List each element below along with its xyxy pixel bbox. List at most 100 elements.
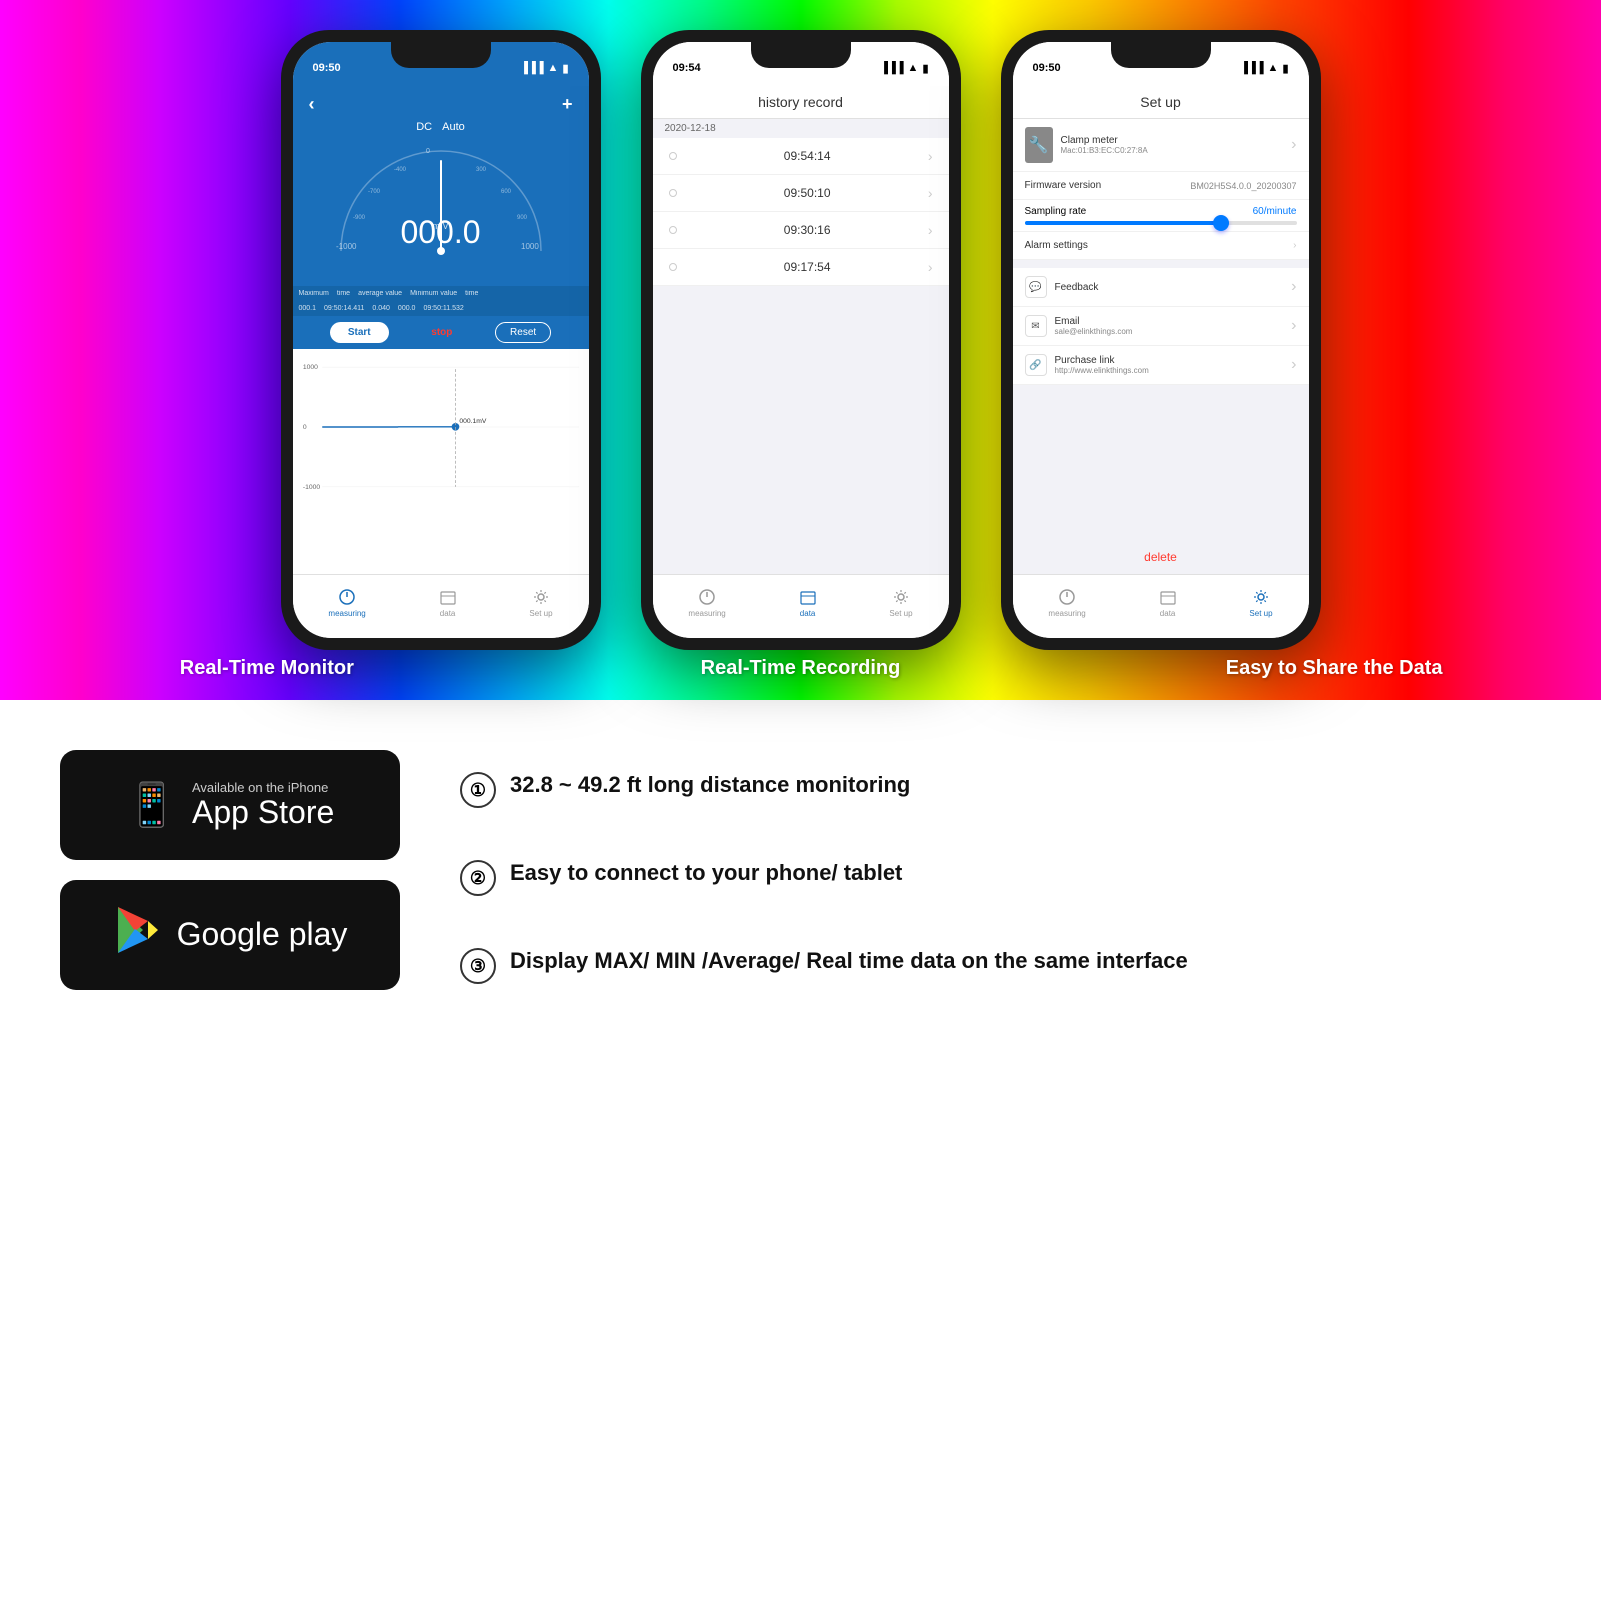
time-2: 09:54: [673, 62, 701, 74]
unit-mv: m V: [432, 221, 448, 231]
purchase-icon: 🔗: [1025, 354, 1047, 376]
feature-item-2: ③ Display MAX/ MIN /Average/ Real time d…: [460, 946, 1541, 984]
plus-icon[interactable]: +: [562, 94, 573, 115]
battery-icon-2: ▮: [922, 62, 928, 75]
signal-icon-2: ▐▐▐: [880, 62, 903, 74]
wifi-icon: ▲: [548, 62, 559, 74]
status-bar-2: 09:54 ▐▐▐ ▲ ▮: [653, 42, 949, 86]
svg-text:-400: -400: [394, 167, 407, 173]
slider-thumb[interactable]: [1213, 215, 1229, 231]
history-item-0[interactable]: 09:54:14 ›: [653, 138, 949, 175]
phone-setup: 09:50 ▐▐▐ ▲ ▮ Set up 🔧 Clamp meter Mac:0…: [1001, 30, 1321, 650]
svg-text:0: 0: [302, 424, 306, 431]
purchase-label: Purchase link: [1055, 355, 1149, 366]
nav-measuring-1[interactable]: measuring: [328, 587, 365, 618]
chevron-icon-0: ›: [928, 148, 933, 164]
email-row[interactable]: ✉ Email sale@elinkthings.com ›: [1013, 307, 1309, 346]
purchase-info: Purchase link http://www.elinkthings.com: [1055, 355, 1149, 375]
label-recording: Real-Time Recording: [640, 657, 960, 680]
history-item-1[interactable]: 09:50:10 ›: [653, 175, 949, 212]
feedback-chevron: ›: [1291, 278, 1296, 296]
appstore-text: Available on the iPhone App Store: [192, 780, 334, 830]
feature-item-0: ① 32.8 ~ 49.2 ft long distance monitorin…: [460, 770, 1541, 808]
reset-button[interactable]: Reset: [495, 322, 551, 343]
feature-num-2: ③: [460, 948, 496, 984]
email-chevron: ›: [1291, 317, 1296, 335]
nav-data-2[interactable]: data: [798, 587, 818, 618]
svg-text:600: 600: [501, 189, 512, 195]
nav-measuring-3[interactable]: measuring: [1048, 587, 1085, 618]
record-dot-0: [669, 152, 677, 160]
record-time-3: 09:17:54: [784, 260, 831, 274]
time-label1: time: [337, 290, 350, 297]
measuring-icon: [337, 587, 357, 607]
gauge-value: 000.0: [400, 214, 480, 251]
phone-history: 09:54 ▐▐▐ ▲ ▮ history record 2020-12-18 …: [641, 30, 961, 650]
measuring-icon-3: [1057, 587, 1077, 607]
sampling-label-row: Sampling rate 60/minute: [1025, 206, 1297, 217]
slider-track[interactable]: [1025, 221, 1297, 225]
feature-text-0: 32.8 ~ 49.2 ft long distance monitoring: [510, 770, 910, 801]
device-row[interactable]: 🔧 Clamp meter Mac:01:B3:EC:C0:27:8A ›: [1013, 119, 1309, 172]
measuring-icon-2: [697, 587, 717, 607]
delete-button[interactable]: delete: [1144, 550, 1177, 564]
email-label: Email: [1055, 316, 1133, 327]
purchase-row[interactable]: 🔗 Purchase link http://www.elinkthings.c…: [1013, 346, 1309, 385]
feedback-icon: 💬: [1025, 276, 1047, 298]
nav-label-measuring-3: measuring: [1048, 609, 1085, 618]
svg-text:-900: -900: [353, 215, 366, 221]
device-icon: 🔧: [1025, 127, 1053, 163]
date-group: 2020-12-18: [653, 119, 949, 138]
sampling-value: 60/minute: [1253, 206, 1297, 217]
nav-setup-2[interactable]: Set up: [889, 587, 912, 618]
svg-text:0: 0: [426, 148, 430, 155]
data-icon-2: [798, 587, 818, 607]
store-badges: 📱 Available on the iPhone App Store Goog…: [60, 750, 400, 1571]
label-monitor: Real-Time Monitor: [107, 657, 427, 680]
bottom-nav-3: measuring data Set up: [1013, 574, 1309, 638]
bottom-section: 📱 Available on the iPhone App Store Goog…: [0, 700, 1601, 1601]
max-label: Maximum: [299, 290, 329, 297]
history-empty-area: [653, 286, 949, 574]
status-bar-1: 09:50 ▐▐▐ ▲ ▮: [293, 42, 589, 86]
svg-text:-1000: -1000: [336, 242, 357, 251]
history-title: history record: [653, 86, 949, 119]
stats-row: Maximum time average value Minimum value…: [293, 286, 589, 301]
back-icon[interactable]: ‹: [309, 94, 315, 115]
bottom-nav-2: measuring data Set up: [653, 574, 949, 638]
history-item-3[interactable]: 09:17:54 ›: [653, 249, 949, 286]
nav-data-3[interactable]: data: [1158, 587, 1178, 618]
stop-button[interactable]: stop: [431, 322, 452, 343]
time-3: 09:50: [1033, 62, 1061, 74]
nav-measuring-2[interactable]: measuring: [688, 587, 725, 618]
svg-text:-1000: -1000: [302, 484, 320, 491]
nav-setup-1[interactable]: Set up: [529, 587, 552, 618]
nav-setup-3[interactable]: Set up: [1249, 587, 1272, 618]
top-section: 09:50 ▐▐▐ ▲ ▮ ‹ + DC Auto: [0, 0, 1601, 700]
chevron-icon-2: ›: [928, 222, 933, 238]
battery-icon: ▮: [562, 62, 568, 75]
start-button[interactable]: Start: [330, 322, 389, 343]
min-label: Minimum value: [410, 290, 457, 297]
signal-icon: ▐▐▐: [520, 62, 543, 74]
googleplay-name: Google play: [177, 917, 348, 952]
email-icon: ✉: [1025, 315, 1047, 337]
chevron-icon-3: ›: [928, 259, 933, 275]
feedback-row[interactable]: 💬 Feedback ›: [1013, 268, 1309, 307]
signal-icon-3: ▐▐▐: [1240, 62, 1263, 74]
nav-data-1[interactable]: data: [438, 587, 458, 618]
device-mac: Mac:01:B3:EC:C0:27:8A: [1061, 146, 1284, 155]
record-dot-3: [669, 263, 677, 271]
wifi-icon-3: ▲: [1268, 62, 1279, 74]
alarm-row[interactable]: Alarm settings ›: [1013, 232, 1309, 260]
history-item-2[interactable]: 09:30:16 ›: [653, 212, 949, 249]
setup-icon-1: [531, 587, 551, 607]
feedback-label: Feedback: [1055, 282, 1099, 293]
alarm-chevron: ›: [1293, 240, 1296, 251]
appstore-badge[interactable]: 📱 Available on the iPhone App Store: [60, 750, 400, 860]
status-icons-1: ▐▐▐ ▲ ▮: [520, 62, 568, 75]
purchase-sub: http://www.elinkthings.com: [1055, 366, 1149, 375]
bottom-nav-1: measuring data Set up: [293, 574, 589, 638]
delete-area: delete: [1013, 385, 1309, 574]
googleplay-badge[interactable]: Google play: [60, 880, 400, 990]
